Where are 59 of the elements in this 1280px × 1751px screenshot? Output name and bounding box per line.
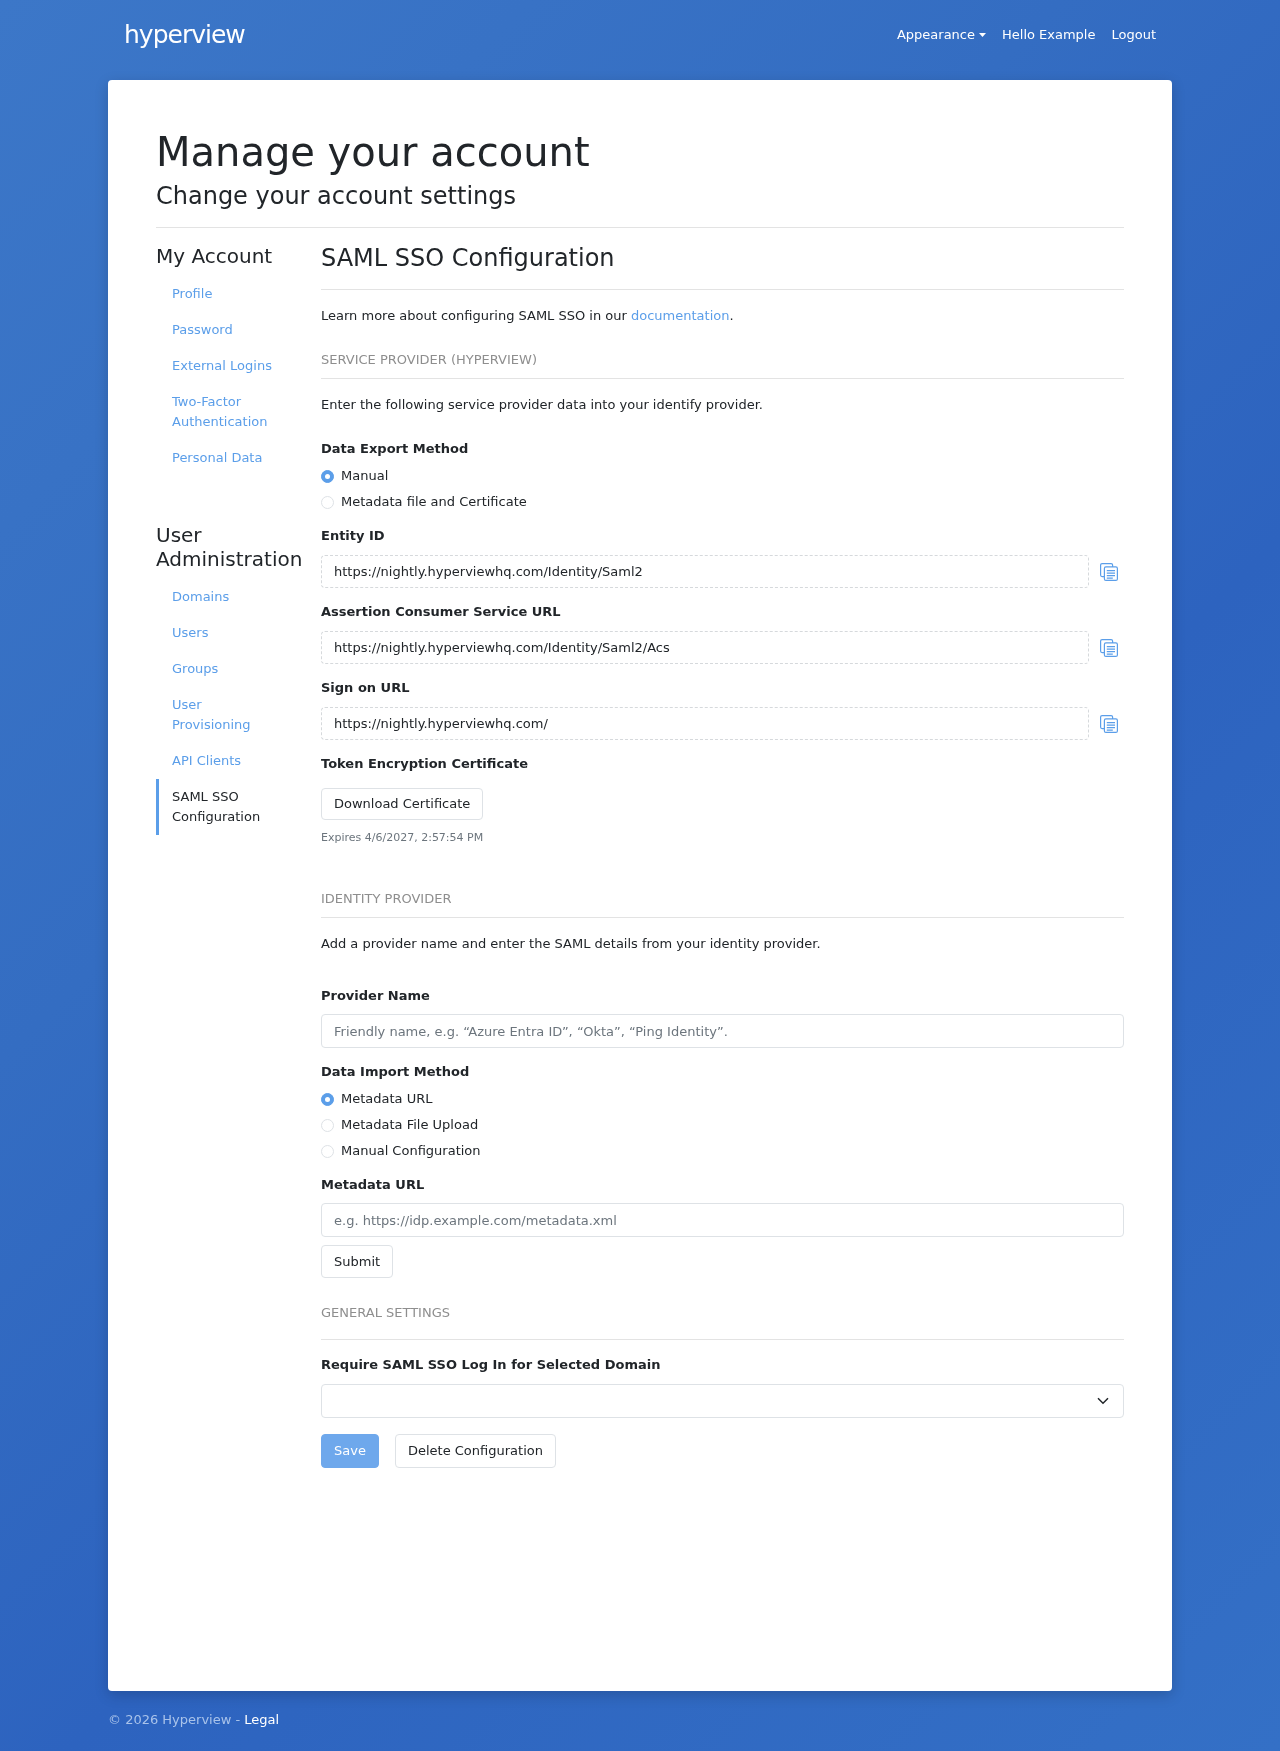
documentation-link[interactable]: documentation — [631, 308, 730, 323]
radio-label[interactable]: Metadata File Upload — [341, 1115, 479, 1135]
appearance-menu[interactable]: Appearance — [888, 25, 994, 45]
section-heading: IDENTITY PROVIDER — [321, 889, 1124, 918]
section-heading: SERVICE PROVIDER (HYPERVIEW) — [321, 350, 1124, 379]
text-field[interactable]: e.g. https://idp.example.com/metadata.xml — [321, 1203, 1124, 1237]
field-label: Entity ID — [321, 527, 386, 545]
sidebar-link[interactable]: Two-Factor Authentication — [156, 384, 282, 440]
section-description: Enter the following service provider data into your identify provider. — [321, 396, 764, 414]
field-label: Data Import Method — [321, 1063, 471, 1081]
sidebar-link[interactable]: Profile — [156, 276, 282, 312]
field-label: Sign on URL — [321, 679, 411, 697]
section-description: Add a provider name and enter the SAML details from your identity provider. — [321, 935, 822, 953]
sidebar-link[interactable]: Domains — [156, 579, 282, 615]
sidebar-link[interactable]: Groups — [156, 651, 282, 687]
text-field[interactable]: Friendly name, e.g. “Azure Entra ID”, “Okta”, “Ping Identity”. — [321, 1014, 1124, 1048]
sidebar-link[interactable]: Password — [156, 312, 282, 348]
sidebar-heading: User Administration — [156, 523, 304, 571]
page-subtitle: Change your account settings — [156, 182, 518, 211]
delete-button[interactable]: Delete Configuration — [394, 1434, 556, 1468]
footer-text: © 2026 Hyperview - Legal — [108, 1711, 281, 1729]
nav-link[interactable]: Logout — [1103, 25, 1164, 45]
section-heading: GENERAL SETTINGS — [321, 1303, 1124, 1340]
field-label: Metadata URL — [321, 1176, 426, 1194]
field-label: Token Encryption Certificate — [321, 755, 529, 773]
field-label: Provider Name — [321, 987, 431, 1005]
caret-down-icon — [979, 33, 986, 37]
submit-button[interactable]: Submit — [321, 1245, 394, 1278]
logo-wordmark[interactable]: hyperview — [124, 20, 245, 50]
nav-link[interactable]: Hello Example — [994, 25, 1104, 45]
url-field[interactable]: https://nightly.hyperviewhq.com/Identity/Saml2/Acs — [321, 631, 1089, 664]
copy-icon[interactable] — [1099, 638, 1118, 657]
radio-label[interactable]: Metadata URL — [341, 1089, 433, 1109]
sidebar-link[interactable]: API Clients — [156, 743, 282, 779]
sidebar-link[interactable]: Personal Data — [156, 440, 282, 476]
field-label: Data Export Method — [321, 440, 470, 458]
url-field[interactable]: https://nightly.hyperviewhq.com/Identity/Saml2 — [321, 555, 1089, 588]
sidebar-link[interactable]: External Logins — [156, 348, 282, 384]
sidebar-link[interactable]: SAML SSO Configuration — [156, 779, 282, 835]
copy-icon[interactable] — [1099, 562, 1118, 581]
sidebar-heading: My Account — [156, 244, 274, 268]
sidebar-link[interactable]: Users — [156, 615, 282, 651]
page-title: Manage your account — [156, 128, 591, 176]
radio-label[interactable]: Manual Configuration — [341, 1141, 481, 1161]
legal-link[interactable]: Legal — [244, 1712, 280, 1727]
intro-text: Learn more about configuring SAML SSO in our documentation. — [321, 307, 735, 325]
download-button[interactable]: Download Certificate — [321, 788, 484, 820]
chevron-down-icon — [1097, 1397, 1109, 1405]
section-title: SAML SSO Configuration — [321, 244, 1124, 290]
url-field[interactable]: https://nightly.hyperviewhq.com/ — [321, 707, 1089, 740]
field-label: Require SAML SSO Log In for Selected Domain — [321, 1356, 662, 1374]
copy-icon[interactable] — [1099, 714, 1118, 733]
sidebar-link[interactable]: User Provisioning — [156, 687, 282, 743]
radio-label[interactable]: Manual — [341, 466, 389, 486]
expiry-note: Expires 4/6/2027, 2:57:54 PM — [321, 830, 485, 846]
radio-label[interactable]: Metadata file and Certificate — [341, 492, 527, 512]
field-label: Assertion Consumer Service URL — [321, 603, 562, 621]
radio-button[interactable] — [321, 1092, 334, 1106]
radio-button[interactable] — [321, 469, 334, 483]
